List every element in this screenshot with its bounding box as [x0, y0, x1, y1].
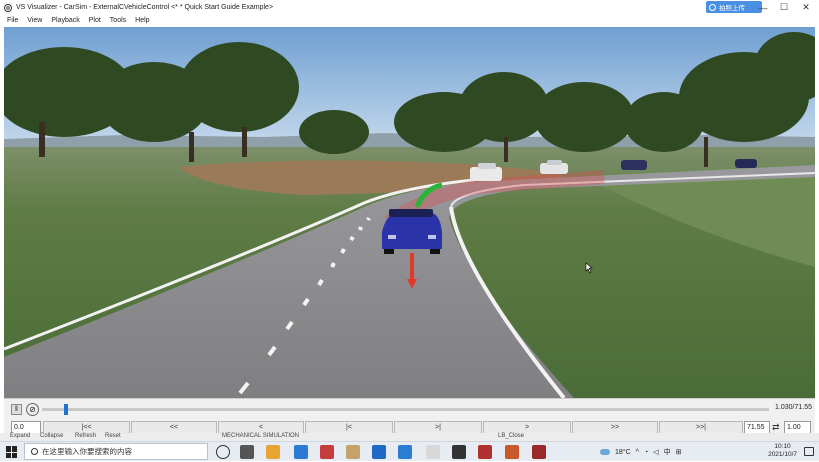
refresh-button[interactable]: Refresh [75, 433, 96, 439]
ime-mode-icon[interactable]: ⊞ [676, 448, 682, 456]
menu-playback[interactable]: Playback [51, 17, 79, 24]
search-icon [31, 448, 38, 455]
weather-icon[interactable] [600, 449, 610, 455]
app-icon [4, 3, 12, 12]
task-view-icon[interactable] [240, 445, 254, 459]
app-icon-tan[interactable] [346, 445, 360, 459]
clock[interactable]: 10:10 2021/10/7 [768, 443, 797, 459]
menu-bar: File View Playback Plot Tools Help [0, 15, 819, 26]
photo-upload-label: 拍照上传 [719, 5, 745, 12]
windows-taskbar: 在这里输入你要搜索的内容 18°C ^ ◔ ◁ 中 ⊞ 10:10 2021/1… [0, 441, 819, 461]
clock-date: 2021/10/7 [768, 451, 797, 458]
temperature-label[interactable]: 18°C [615, 449, 631, 456]
menu-file[interactable]: File [7, 17, 18, 24]
menu-plot[interactable]: Plot [89, 17, 101, 24]
animation-viewport[interactable] [4, 27, 815, 398]
github-icon[interactable] [452, 445, 466, 459]
taskbar-search[interactable]: 在这里输入你要搜索的内容 [24, 443, 208, 460]
app-icon-red[interactable] [320, 445, 334, 459]
loop-icon: ⊘ [29, 405, 36, 414]
pause-icon: ‖ [15, 406, 18, 413]
typora-icon[interactable] [426, 445, 440, 459]
start-button[interactable] [6, 446, 18, 458]
title-bar: VS Visualizer - CarSim - ExternalCVehicl… [0, 0, 819, 15]
todo-icon[interactable] [398, 445, 412, 459]
menu-view[interactable]: View [27, 17, 42, 24]
traffic-car-4 [735, 159, 757, 168]
loop-toggle-button[interactable]: ⊘ [26, 403, 39, 416]
collapse-button[interactable]: Collapse [40, 433, 63, 439]
menu-help[interactable]: Help [135, 17, 149, 24]
reset-button[interactable]: Reset [105, 433, 121, 439]
time-slider-thumb[interactable] [64, 404, 69, 415]
outlook-icon[interactable] [372, 445, 386, 459]
time-slider[interactable] [42, 404, 769, 415]
brand-label: MECHANICAL SIMULATION [222, 433, 300, 439]
maximize-button[interactable]: ☐ [772, 0, 796, 15]
clock-time: 10:10 [774, 443, 791, 450]
notification-icon[interactable] [804, 447, 814, 456]
close-button[interactable]: ✕ [794, 0, 818, 15]
expand-button[interactable]: Expand [10, 433, 30, 439]
system-tray: 18°C ^ ◔ ◁ 中 ⊞ [600, 442, 681, 462]
ime-indicator[interactable]: 中 [664, 447, 671, 457]
carsim-icon[interactable] [478, 445, 492, 459]
ego-vehicle [382, 209, 442, 254]
close-tab-label[interactable]: LB_Close [498, 433, 524, 439]
cortana-icon[interactable] [216, 445, 230, 459]
playback-controls: ‖ ⊘ 1.030/71.55 0.0 |<< << < |< >| > >> … [4, 398, 815, 438]
lower-panel-strip: Expand Collapse Refresh Reset MECHANICAL… [0, 433, 819, 441]
visualizer-icon[interactable] [532, 445, 546, 459]
scene-render [4, 27, 815, 398]
camera-icon [709, 3, 716, 11]
network-icon[interactable]: ◔ [644, 449, 648, 456]
window-title: VS Visualizer - CarSim - ExternalCVehicl… [16, 4, 274, 11]
chevron-up-icon[interactable]: ^ [636, 449, 639, 456]
matlab-icon[interactable] [505, 445, 519, 459]
vscode-icon[interactable] [294, 445, 308, 459]
menu-tools[interactable]: Tools [110, 17, 126, 24]
time-display: 1.030/71.55 [775, 404, 812, 411]
file-explorer-icon[interactable] [266, 445, 280, 459]
volume-icon[interactable]: ◁ [653, 448, 658, 456]
taskbar-search-placeholder: 在这里输入你要搜索的内容 [42, 447, 132, 456]
traffic-car-3 [621, 160, 647, 170]
pause-button[interactable]: ‖ [11, 404, 22, 415]
swap-icon[interactable]: ⇄ [772, 422, 783, 433]
